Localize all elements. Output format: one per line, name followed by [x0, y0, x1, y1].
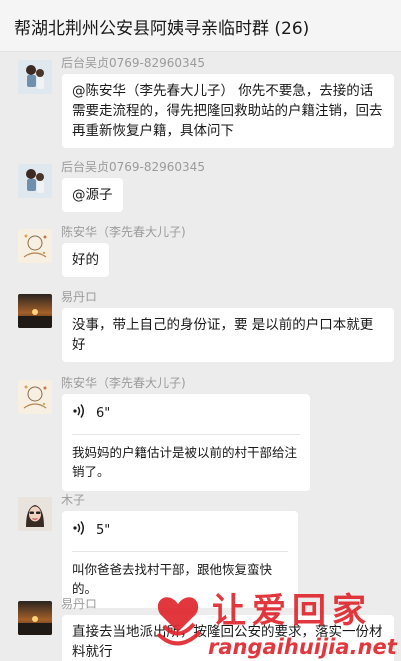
watermark-logo: 让爱回家 rangaihuijia.net: [150, 578, 401, 661]
chat-title: 帮湖北荆州公安县阿姨寻亲临时群 (26): [14, 19, 310, 39]
message-feed[interactable]: 后台吴贞0769-82960345 @陈安华（李先春大儿子） 你先不要急，去接的…: [0, 52, 401, 661]
sender-name: 陈安华（李先春大儿子): [61, 376, 186, 390]
voice-divider: [72, 434, 300, 435]
watermark-url: rangaihuijia.net: [208, 635, 398, 659]
sunset-avatar-icon[interactable]: [18, 294, 52, 328]
child-avatar-icon[interactable]: [18, 60, 52, 94]
sketch-avatar-icon[interactable]: [18, 380, 52, 414]
child-avatar-icon[interactable]: [18, 164, 52, 198]
voice-wave-icon: [72, 520, 86, 540]
voice-play-row[interactable]: 6": [72, 402, 300, 424]
woman-avatar-icon[interactable]: [18, 497, 52, 531]
voice-duration: 5": [96, 522, 111, 538]
message-bubble[interactable]: 没事，带上自己的身份证，要 是以前的户口本就更好: [62, 308, 394, 362]
watermark-title: 让爱回家: [212, 591, 372, 631]
sender-name: 后台吴贞0769-82960345: [61, 160, 205, 174]
voice-divider: [72, 551, 288, 552]
chat-header: 帮湖北荆州公安县阿姨寻亲临时群 (26): [0, 0, 401, 52]
voice-transcript: 我妈妈的户籍估计是被以前的村干部给注销了。: [72, 445, 298, 479]
message-bubble[interactable]: @陈安华（李先春大儿子） 你先不要急，去接的话需要走流程的，得先把隆回救助站的户…: [62, 74, 394, 148]
sunset-avatar-icon[interactable]: [18, 601, 52, 635]
message-bubble[interactable]: @源子: [62, 178, 123, 212]
voice-play-row[interactable]: 5": [72, 519, 288, 541]
sender-name: 易丹ロ: [61, 597, 98, 611]
voice-duration: 6": [96, 405, 111, 421]
sender-name: 陈安华（李先春大儿子): [61, 225, 186, 239]
sender-name: 后台吴贞0769-82960345: [61, 56, 205, 70]
sender-name: 易丹ロ: [61, 290, 98, 304]
message-bubble[interactable]: 好的: [62, 243, 109, 277]
sketch-avatar-icon[interactable]: [18, 229, 52, 263]
voice-message-bubble[interactable]: 6" 我妈妈的户籍估计是被以前的村干部给注销了。: [62, 394, 310, 491]
sender-name: 木子: [61, 493, 86, 507]
voice-wave-icon: [72, 403, 86, 423]
